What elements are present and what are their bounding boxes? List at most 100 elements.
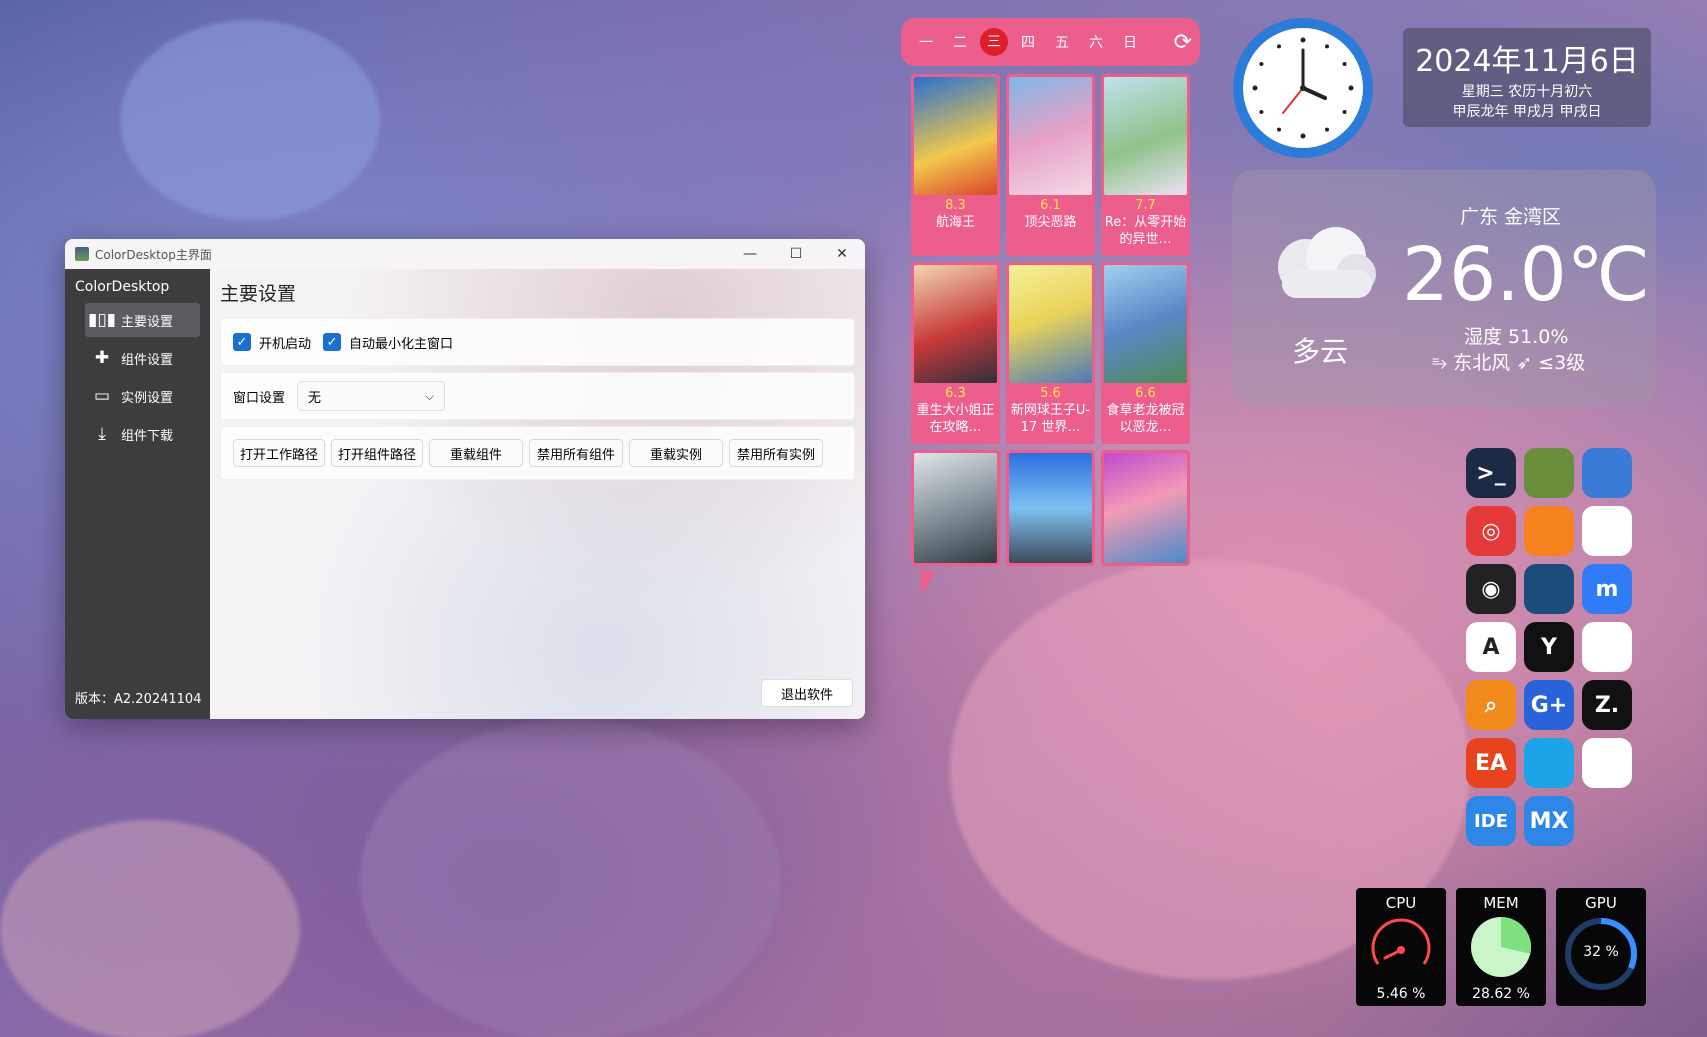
y-app-icon[interactable]: Y	[1524, 622, 1574, 672]
minecraft-app-icon[interactable]	[1524, 448, 1574, 498]
gpu-label: GPU	[1585, 894, 1617, 912]
sidebar: ColorDesktop ▮▯▮ 主要设置 ✚ 组件设置 ▭ 实例设置 ⤓ 组件…	[65, 269, 210, 719]
anime-poster	[1104, 265, 1187, 383]
maximize-button[interactable]: ☐	[773, 239, 819, 269]
weather-region: 广东 金湾区	[1460, 206, 1562, 228]
anime-card[interactable]: 6.6 食草老龙被冠以恶龙…	[1101, 262, 1190, 444]
exit-button[interactable]: 退出软件	[761, 679, 853, 707]
minimize-button[interactable]: —	[727, 239, 773, 269]
window-title: ColorDesktop主界面	[95, 247, 212, 262]
download-icon: ⤓	[98, 424, 106, 444]
day-wed[interactable]: 三	[980, 28, 1008, 56]
anime-card[interactable]: 6.1 顶尖恶路	[1006, 74, 1095, 256]
mem-value: 28.62 %	[1472, 986, 1530, 1002]
anime-poster	[914, 265, 997, 383]
gpu-value: 32 %	[1583, 944, 1619, 960]
anime-score: 6.1	[1040, 198, 1061, 213]
weather-widget: 多云 广东 金湾区 26.0℃ 湿度 51.0% ⥱ 东北风 ➶ ≤3级	[1232, 170, 1656, 406]
disable-instances-button[interactable]: 禁用所有实例	[729, 439, 823, 467]
refresh-icon[interactable]: ⟳	[1174, 30, 1192, 55]
steam-app-icon[interactable]	[1524, 564, 1574, 614]
puzzle-icon: ✚	[94, 348, 110, 368]
nav-component-settings[interactable]: ✚ 组件设置	[85, 341, 200, 375]
chevron-down-icon: ⌵	[424, 388, 435, 403]
main-window: ColorDesktop主界面 — ☐ ✕ ColorDesktop ▮▯▮ 主…	[65, 239, 865, 719]
title-bar[interactable]: ColorDesktop主界面 — ☐ ✕	[65, 239, 865, 269]
open-component-path-button[interactable]: 打开组件路径	[331, 439, 423, 467]
window-setting-select[interactable]: 无 ⌵	[297, 381, 446, 411]
qq-app-icon[interactable]	[1582, 506, 1632, 556]
disable-components-button[interactable]: 禁用所有组件	[529, 439, 623, 467]
nav-main-settings[interactable]: ▮▯▮ 主要设置	[85, 303, 200, 337]
anime-card[interactable]: 5.6 新网球王子U-17 世界…	[1006, 262, 1095, 444]
check-icon: ✓	[233, 333, 251, 351]
weather-temp: 26.0℃	[1402, 232, 1650, 318]
everything-app-icon[interactable]: ⌕	[1466, 680, 1516, 730]
gplus-app-icon[interactable]: G+	[1524, 680, 1574, 730]
anime-poster	[1009, 77, 1092, 195]
anime-card[interactable]: 7.7 Re：从零开始的异世…	[1101, 74, 1190, 256]
anime-poster	[1009, 453, 1092, 563]
nav-component-download[interactable]: ⤓ 组件下载	[85, 417, 200, 451]
anime-card[interactable]	[1006, 450, 1095, 566]
animal-app-icon[interactable]	[1582, 622, 1632, 672]
cpu-value: 5.46 %	[1376, 986, 1426, 1002]
reload-components-button[interactable]: 重载组件	[429, 439, 523, 467]
mem-monitor: MEM 28.62 %	[1456, 888, 1546, 1006]
anime-title: 重生大小姐正在攻略…	[916, 403, 995, 435]
mx-app-icon[interactable]: MX	[1524, 796, 1574, 846]
day-thu[interactable]: 四	[1011, 32, 1045, 52]
anime-card[interactable]	[911, 450, 1000, 566]
day-fri[interactable]: 五	[1045, 32, 1079, 52]
analog-clock	[1233, 18, 1373, 158]
reload-instances-button[interactable]: 重载实例	[629, 439, 723, 467]
cpu-monitor: CPU 5.46 %	[1356, 888, 1446, 1006]
anime-card[interactable]: 6.3 重生大小姐正在攻略…	[911, 262, 1000, 444]
anime-score: 8.3	[945, 198, 966, 213]
open-work-path-button[interactable]: 打开工作路径	[233, 439, 325, 467]
cpu-label: CPU	[1385, 894, 1417, 912]
actions-card: 打开工作路径 打开组件路径 重载组件 禁用所有组件 重载实例 禁用所有实例	[220, 426, 855, 480]
date-main: 2024年11月6日	[1415, 44, 1639, 79]
mem-label: MEM	[1483, 894, 1519, 912]
z-app-icon[interactable]: Z.	[1582, 680, 1632, 730]
auto-minimize-checkbox[interactable]: ✓ 自动最小化主窗口	[323, 333, 453, 352]
anime-title: 新网球王子U-17 世界…	[1010, 403, 1091, 435]
ea-app-icon[interactable]: EA	[1466, 738, 1516, 788]
brand-label: ColorDesktop	[75, 279, 170, 295]
day-mon[interactable]: 一	[909, 32, 943, 52]
close-button[interactable]: ✕	[819, 239, 865, 269]
anime-card[interactable]	[1101, 450, 1190, 566]
anime-title: Re：从零开始的异世…	[1104, 215, 1187, 247]
wallpaper-blob	[360, 720, 780, 1037]
date-lunar: 星期三 农历十月初六	[1461, 84, 1593, 100]
day-sun[interactable]: 日	[1113, 32, 1147, 52]
blue-app-icon[interactable]	[1524, 738, 1574, 788]
ide-app-icon[interactable]: IDE	[1466, 796, 1516, 846]
day-sat[interactable]: 六	[1079, 32, 1113, 52]
obs-app-icon[interactable]: ◉	[1466, 564, 1516, 614]
nav-label: 组件下载	[121, 428, 174, 444]
m-app-icon[interactable]: m	[1582, 564, 1632, 614]
settings-panel-icon: ▮▯▮	[87, 310, 117, 330]
netease-music-app-icon[interactable]: ◎	[1466, 506, 1516, 556]
anime-score: 7.7	[1135, 198, 1156, 213]
orange-app-icon[interactable]	[1524, 506, 1574, 556]
anime-poster	[1104, 77, 1187, 195]
anime-poster	[914, 77, 997, 195]
weekday-bar: 一 二 三 四 五 六 日 ⟳	[901, 18, 1200, 66]
gpu-monitor: GPU 32 %	[1556, 888, 1646, 1006]
autostart-checkbox[interactable]: ✓ 开机启动	[233, 333, 311, 352]
date-ganzhi: 甲辰龙年 甲戌月 甲戌日	[1452, 104, 1602, 120]
anime-title: 顶尖恶路	[1024, 215, 1077, 230]
terminal-app-icon[interactable]: >_	[1466, 448, 1516, 498]
cloud-icon	[1278, 227, 1376, 298]
cat-app-icon[interactable]	[1582, 738, 1632, 788]
appstore-app-icon[interactable]: A	[1466, 622, 1516, 672]
anime-card[interactable]: 8.3 航海王	[911, 74, 1000, 256]
mem-pie-icon	[1471, 917, 1531, 977]
weather-humidity: 湿度 51.0%	[1464, 326, 1569, 348]
day-tue[interactable]: 二	[943, 32, 977, 52]
nav-instance-settings[interactable]: ▭ 实例设置	[85, 379, 200, 413]
remote-desktop-app-icon[interactable]	[1582, 448, 1632, 498]
